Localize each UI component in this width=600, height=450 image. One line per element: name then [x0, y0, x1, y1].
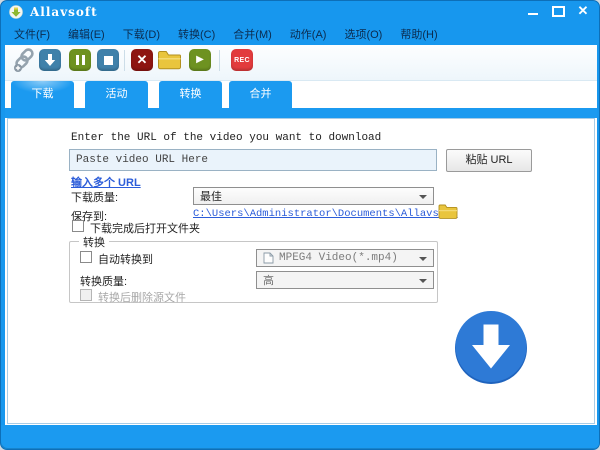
toolbar-separator: [219, 50, 220, 71]
auto-convert-checkbox-label: 自动转换到: [98, 254, 153, 266]
folder-icon: [158, 51, 181, 70]
file-icon: [263, 252, 274, 264]
stop-icon: [103, 55, 113, 65]
delete-source-checkbox: [80, 289, 92, 301]
play-icon: ▶: [196, 54, 204, 65]
start-download-button[interactable]: [39, 49, 61, 71]
menu-item-help[interactable]: 帮助(H): [391, 23, 446, 45]
convert-format-select[interactable]: MPEG4 Video(*.mp4): [256, 249, 434, 267]
maximize-button[interactable]: [550, 4, 566, 18]
url-input[interactable]: [69, 149, 437, 171]
app-window: Allavsoft ✕ 文件(F) 编辑(E) 下载(D) 转换(C) 合并(M…: [0, 0, 600, 450]
menu-item-convert[interactable]: 转换(C): [169, 23, 224, 45]
auto-convert-checkbox[interactable]: [80, 251, 92, 263]
tab-activity[interactable]: 活动: [85, 81, 148, 108]
play-button[interactable]: ▶: [189, 49, 211, 71]
open-folder-checkbox[interactable]: [72, 220, 84, 232]
download-quality-label: 下载质量:: [71, 192, 119, 204]
stop-button[interactable]: [97, 49, 119, 71]
add-url-chain-icon[interactable]: [12, 48, 38, 73]
menu-item-download[interactable]: 下载(D): [114, 23, 169, 45]
browse-folder-button[interactable]: [438, 204, 458, 219]
tab-merge[interactable]: 合并: [229, 81, 292, 108]
menu-item-merge[interactable]: 合并(M): [224, 23, 281, 45]
window-title: Allavsoft: [30, 5, 98, 19]
save-path-link[interactable]: C:\Users\Administrator\Documents\Allavso…: [193, 208, 458, 220]
tab-download[interactable]: 下载: [11, 81, 74, 110]
delete-x-icon: ✕: [136, 52, 148, 67]
status-bar: [1, 425, 599, 449]
menu-item-file[interactable]: 文件(F): [5, 23, 59, 45]
titlebar: Allavsoft ✕: [1, 1, 599, 23]
chevron-down-icon: [419, 195, 427, 199]
convert-quality-select[interactable]: 高: [256, 271, 434, 289]
tab-underline-bar: [5, 108, 597, 118]
toolbar-separator: [124, 50, 125, 71]
pause-button[interactable]: [69, 49, 91, 71]
close-button[interactable]: ✕: [575, 4, 591, 18]
menu-item-edit[interactable]: 编辑(E): [59, 23, 114, 45]
url-prompt-label: Enter the URL of the video you want to d…: [71, 132, 382, 144]
pause-icon: [75, 55, 85, 65]
app-logo-icon: [9, 5, 23, 19]
delete-button[interactable]: ✕: [131, 49, 153, 71]
chevron-down-icon: [419, 257, 427, 261]
tab-convert[interactable]: 转换: [159, 81, 222, 108]
delete-source-checkbox-label: 转换后删除源文件: [98, 292, 186, 304]
convert-group-title: 转换: [79, 234, 109, 250]
chevron-down-icon: [419, 279, 427, 283]
record-button[interactable]: REC: [231, 49, 253, 71]
multiple-urls-link[interactable]: 输入多个 URL: [71, 174, 141, 190]
big-download-button[interactable]: [453, 309, 529, 385]
menu-bar: 文件(F) 编辑(E) 下载(D) 转换(C) 合并(M) 动作(A) 选项(O…: [1, 23, 599, 45]
convert-quality-value: 高: [263, 275, 274, 287]
menu-item-action[interactable]: 动作(A): [281, 23, 336, 45]
folder-icon: [438, 204, 458, 219]
download-quality-select[interactable]: 最佳: [193, 187, 434, 205]
convert-format-value: MPEG4 Video(*.mp4): [279, 252, 398, 264]
toolbar: ✕ ▶ REC: [5, 45, 597, 81]
open-folder-button[interactable]: [157, 50, 182, 70]
download-quality-value: 最佳: [200, 191, 222, 203]
convert-quality-label: 转换质量:: [80, 276, 128, 288]
minimize-button[interactable]: [525, 4, 541, 18]
paste-url-button[interactable]: 粘贴 URL: [446, 149, 532, 172]
menu-item-options[interactable]: 选项(O): [335, 23, 391, 45]
window-controls: ✕: [525, 4, 591, 18]
